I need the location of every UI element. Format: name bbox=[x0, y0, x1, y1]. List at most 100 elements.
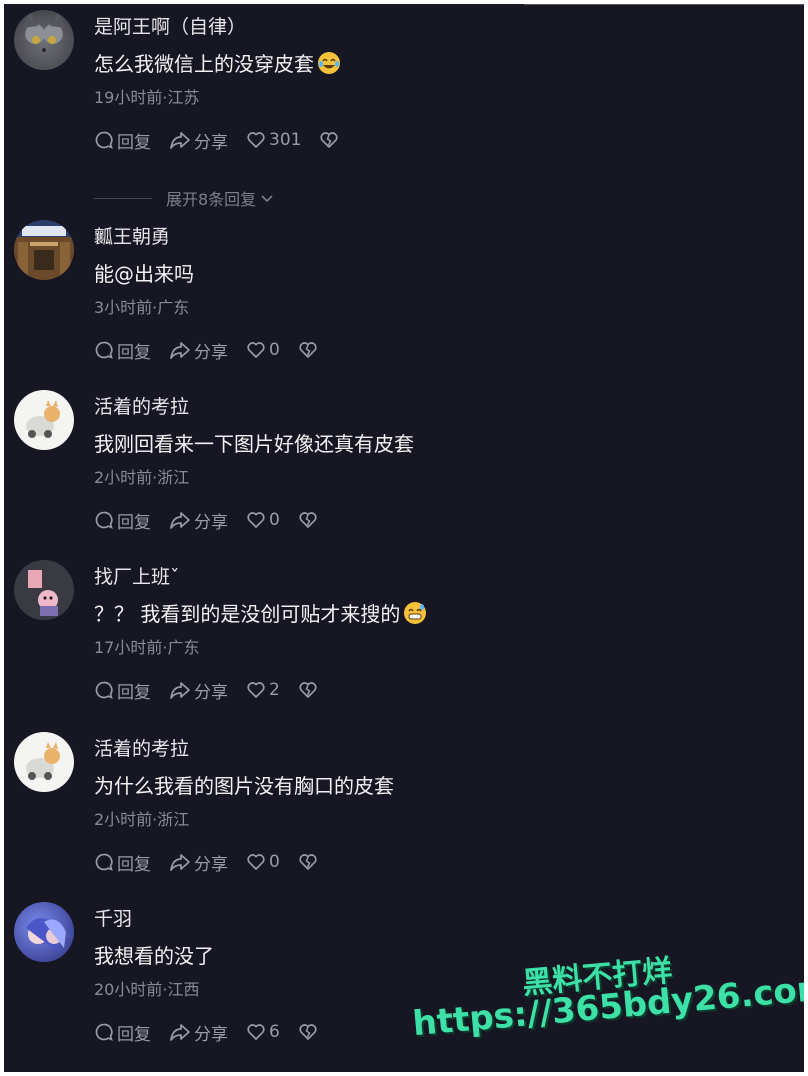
anime-avatar-icon bbox=[26, 917, 66, 952]
share-icon bbox=[170, 342, 190, 359]
share-icon bbox=[170, 512, 190, 529]
broken-heart-icon bbox=[299, 342, 317, 358]
broken-heart-icon bbox=[299, 682, 317, 698]
like-button[interactable]: 301 bbox=[246, 130, 301, 150]
cartoon-avatar-icon bbox=[28, 570, 58, 616]
broken-heart-icon bbox=[320, 132, 339, 148]
heart-icon bbox=[247, 1024, 265, 1040]
avatar[interactable] bbox=[14, 220, 74, 280]
comment-actions: 回复 分享 0 bbox=[94, 508, 339, 533]
like-count: 0 bbox=[269, 340, 280, 360]
expand-divider bbox=[94, 197, 152, 199]
avatar[interactable] bbox=[14, 10, 74, 70]
like-button[interactable]: 6 bbox=[246, 1022, 280, 1042]
share-label: 分享 bbox=[194, 1024, 228, 1045]
comment-actions: 回复 分享 2 bbox=[94, 678, 339, 703]
comment-author[interactable]: 是阿王啊（自律） bbox=[94, 12, 246, 39]
reply-button[interactable]: 回复 bbox=[94, 508, 151, 533]
share-icon bbox=[170, 1024, 190, 1041]
reply-icon bbox=[95, 511, 113, 529]
share-button[interactable]: 分享 bbox=[169, 678, 228, 703]
reply-button[interactable]: 回复 bbox=[94, 338, 151, 363]
reply-button[interactable]: 回复 bbox=[94, 128, 151, 153]
comment-author[interactable]: 找厂上班ˇ bbox=[94, 562, 180, 589]
share-button[interactable]: 分享 bbox=[169, 1020, 228, 1045]
comment-text: 能@出来吗 bbox=[94, 262, 194, 286]
reply-label: 回复 bbox=[117, 854, 151, 875]
comment-author[interactable]: 千羽 bbox=[94, 904, 132, 931]
broken-heart-icon bbox=[299, 512, 317, 528]
avatar[interactable] bbox=[14, 560, 74, 620]
share-button[interactable]: 分享 bbox=[169, 338, 228, 363]
comment-actions: 回复 分享 0 bbox=[94, 338, 339, 363]
reply-label: 回复 bbox=[117, 1024, 151, 1045]
comment-actions: 回复 分享 0 bbox=[94, 850, 339, 875]
heart-icon bbox=[247, 132, 265, 148]
comment-text: ？？ 我看到的是没创可贴才来搜的 bbox=[94, 598, 427, 627]
bookstore-avatar-icon bbox=[18, 226, 70, 276]
comment-list: 是阿王啊（自律） 怎么我微信上的没穿皮套 19小时前·江苏 回复 分享 301 bbox=[4, 4, 804, 1072]
reply-label: 回复 bbox=[117, 132, 151, 153]
share-label: 分享 bbox=[194, 854, 228, 875]
share-label: 分享 bbox=[194, 682, 228, 703]
avatar[interactable] bbox=[14, 902, 74, 962]
dislike-button[interactable] bbox=[298, 510, 321, 530]
share-button[interactable]: 分享 bbox=[169, 850, 228, 875]
heart-icon bbox=[247, 342, 265, 358]
like-count: 0 bbox=[269, 852, 280, 872]
comment-text: 怎么我微信上的没穿皮套 bbox=[94, 48, 340, 77]
comment-meta: 17小时前·广东 bbox=[94, 638, 200, 657]
reply-button[interactable]: 回复 bbox=[94, 1020, 151, 1045]
like-button[interactable]: 0 bbox=[246, 852, 280, 872]
reply-label: 回复 bbox=[117, 512, 151, 533]
dislike-button[interactable] bbox=[298, 1022, 321, 1042]
reply-button[interactable]: 回复 bbox=[94, 850, 151, 875]
like-count: 301 bbox=[269, 130, 302, 150]
comment-author[interactable]: 瓤王朝勇 bbox=[94, 222, 170, 249]
reply-icon bbox=[95, 853, 113, 871]
dislike-button[interactable] bbox=[298, 340, 321, 360]
dislike-button[interactable] bbox=[319, 130, 342, 150]
comment-author[interactable]: 活着的考拉 bbox=[94, 734, 189, 761]
share-label: 分享 bbox=[194, 132, 228, 153]
reply-button[interactable]: 回复 bbox=[94, 678, 151, 703]
share-label: 分享 bbox=[194, 512, 228, 533]
share-label: 分享 bbox=[194, 342, 228, 363]
dislike-button[interactable] bbox=[298, 680, 321, 700]
top-divider bbox=[524, 4, 804, 5]
comment-text-content: 怎么我微信上的没穿皮套 bbox=[94, 52, 314, 76]
comment-text: 为什么我看的图片没有胸口的皮套 bbox=[94, 774, 394, 798]
share-icon bbox=[170, 132, 190, 149]
broken-heart-icon bbox=[299, 1024, 317, 1040]
share-icon bbox=[170, 682, 190, 699]
reply-icon bbox=[95, 131, 113, 149]
avatar[interactable] bbox=[14, 732, 74, 792]
like-count: 0 bbox=[269, 510, 280, 530]
chevron-down-icon bbox=[261, 195, 273, 203]
cat-avatar-icon bbox=[22, 12, 66, 52]
share-button[interactable]: 分享 bbox=[169, 128, 228, 153]
like-count: 2 bbox=[269, 680, 280, 700]
reply-icon bbox=[95, 1023, 113, 1041]
grinning-sweat-emoji bbox=[404, 602, 427, 624]
reply-label: 回复 bbox=[117, 342, 151, 363]
heart-icon bbox=[247, 682, 265, 698]
like-button[interactable]: 2 bbox=[246, 680, 280, 700]
avatar[interactable] bbox=[14, 390, 74, 450]
share-icon bbox=[170, 854, 190, 871]
comment-meta: 2小时前·浙江 bbox=[94, 468, 190, 487]
expand-replies-button[interactable]: 展开8条回复 bbox=[94, 186, 275, 210]
broken-heart-icon bbox=[299, 854, 317, 870]
share-button[interactable]: 分享 bbox=[169, 508, 228, 533]
like-button[interactable]: 0 bbox=[246, 340, 280, 360]
comment-actions: 回复 分享 6 bbox=[94, 1020, 339, 1045]
expand-label: 展开8条回复 bbox=[166, 190, 257, 209]
heart-icon bbox=[247, 512, 265, 528]
comment-text: 我刚回看来一下图片好像还真有皮套 bbox=[94, 432, 414, 456]
like-button[interactable]: 0 bbox=[246, 510, 280, 530]
laughing-crying-emoji bbox=[318, 52, 340, 74]
reply-icon bbox=[95, 341, 113, 359]
dislike-button[interactable] bbox=[298, 852, 321, 872]
comment-meta: 20小时前·江西 bbox=[94, 980, 200, 999]
comment-author[interactable]: 活着的考拉 bbox=[94, 392, 189, 419]
